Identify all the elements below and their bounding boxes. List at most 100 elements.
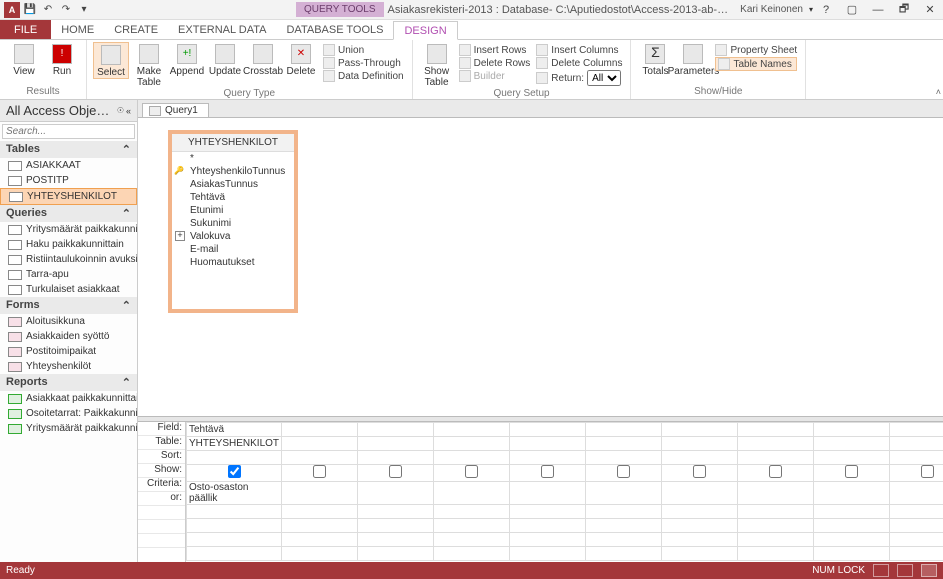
nav-section-forms[interactable]: Forms⌃ <box>0 297 137 314</box>
collapse-icon[interactable]: ⌃ <box>122 143 131 156</box>
tab-home[interactable]: HOME <box>51 20 104 39</box>
nav-search-input[interactable] <box>2 124 135 139</box>
nav-form-item[interactable]: Aloitusikkuna <box>0 314 137 329</box>
view-button[interactable]: View <box>6 42 42 77</box>
grid-row-criteria: Osto-osaston päällik <box>187 482 943 505</box>
nav-form-item[interactable]: Postitoimipaikat <box>0 344 137 359</box>
show-checkbox[interactable] <box>617 465 630 478</box>
show-checkbox[interactable] <box>921 465 934 478</box>
builder-button[interactable]: Builder <box>459 70 531 82</box>
show-table-button[interactable]: Show Table <box>419 42 455 88</box>
grid-columns[interactable]: Tehtävä YHTEYSHENKILOT <box>186 422 943 561</box>
make-table-button[interactable]: Make Table <box>131 42 167 88</box>
table-box-yhteyshenkilot[interactable]: YHTEYSHENKILOT * YhteyshenkiloTunnus Asi… <box>168 130 298 313</box>
data-definition-button[interactable]: Data Definition <box>323 70 404 82</box>
append-button[interactable]: +!Append <box>169 42 205 77</box>
show-checkbox[interactable] <box>541 465 554 478</box>
view-datasheet-icon[interactable] <box>873 564 889 577</box>
nav-query-item[interactable]: Turkulaiset asiakkaat <box>0 282 137 297</box>
horizontal-splitter[interactable] <box>138 416 943 422</box>
grid-cell-table[interactable]: YHTEYSHENKILOT <box>187 437 282 451</box>
tablebox-field[interactable]: Etunimi <box>172 204 294 217</box>
nav-collapse-icon[interactable]: « <box>126 106 131 116</box>
insert-rows-button[interactable]: Insert Rows <box>459 44 531 56</box>
grid-row-show <box>187 465 943 482</box>
tab-file[interactable]: FILE <box>0 20 51 39</box>
grid-cell-criteria[interactable]: Osto-osaston päällik <box>187 482 282 505</box>
grid-cell-field[interactable]: Tehtävä <box>187 423 282 437</box>
insert-cols-icon <box>536 44 548 56</box>
nav-section-queries[interactable]: Queries⌃ <box>0 205 137 222</box>
collapse-ribbon-icon[interactable]: ˄ <box>936 87 941 97</box>
show-checkbox[interactable] <box>228 465 241 478</box>
show-checkbox[interactable] <box>693 465 706 478</box>
tablebox-field-star[interactable]: * <box>172 152 294 165</box>
passthrough-button[interactable]: Pass-Through <box>323 57 404 69</box>
save-icon[interactable]: 💾 <box>22 2 38 18</box>
show-checkbox[interactable] <box>465 465 478 478</box>
return-select[interactable]: All <box>587 70 621 86</box>
nav-section-tables[interactable]: Tables⌃ <box>0 141 137 158</box>
tab-database-tools[interactable]: DATABASE TOOLS <box>276 20 393 39</box>
nav-query-item[interactable]: Ristiintaulukoinnin avuksi <box>0 252 137 267</box>
nav-query-item[interactable]: Tarra-apu <box>0 267 137 282</box>
delete-rows-button[interactable]: Delete Rows <box>459 57 531 69</box>
show-checkbox[interactable] <box>389 465 402 478</box>
nav-table-item[interactable]: POSTITP <box>0 173 137 188</box>
query-design-surface[interactable]: YHTEYSHENKILOT * YhteyshenkiloTunnus Asi… <box>138 118 943 416</box>
grid-row-field: Tehtävä <box>187 423 943 437</box>
close-icon[interactable]: ✕ <box>917 0 943 20</box>
nav-query-item[interactable]: Yritysmäärät paikkakunnittain <box>0 222 137 237</box>
update-button[interactable]: Update <box>207 42 243 77</box>
nav-section-reports[interactable]: Reports⌃ <box>0 374 137 391</box>
table-names-button[interactable]: Table Names <box>715 57 797 71</box>
select-query-button[interactable]: Select <box>93 42 129 79</box>
access-app-icon: A <box>4 2 20 18</box>
union-button[interactable]: Union <box>323 44 404 56</box>
show-checkbox[interactable] <box>769 465 782 478</box>
tablebox-field[interactable]: Valokuva <box>172 230 294 243</box>
undo-icon[interactable]: ↶ <box>40 2 56 18</box>
nav-report-item[interactable]: Yritysmäärät paikkakunnittain <box>0 421 137 436</box>
help-icon[interactable]: ? <box>813 0 839 20</box>
tab-create[interactable]: CREATE <box>104 20 168 39</box>
collapse-icon[interactable]: ⌃ <box>122 299 131 312</box>
tablebox-field[interactable]: E-mail <box>172 243 294 256</box>
insert-columns-button[interactable]: Insert Columns <box>536 44 622 56</box>
nav-query-item[interactable]: Haku paikkakunnittain <box>0 237 137 252</box>
nav-header[interactable]: All Access Obje…☉« <box>0 100 137 122</box>
delete-columns-button[interactable]: Delete Columns <box>536 57 622 69</box>
tablebox-field[interactable]: YhteyshenkiloTunnus <box>172 165 294 178</box>
property-sheet-button[interactable]: Property Sheet <box>715 44 797 56</box>
collapse-icon[interactable]: ⌃ <box>122 376 131 389</box>
nav-form-item[interactable]: Yhteyshenkilöt <box>0 359 137 374</box>
nav-table-item[interactable]: ASIAKKAAT <box>0 158 137 173</box>
minimize-icon[interactable]: — <box>865 0 891 20</box>
parameters-button[interactable]: Parameters <box>675 42 711 77</box>
tablebox-field[interactable]: Sukunimi <box>172 217 294 230</box>
restore-icon[interactable]: 🗗 <box>891 0 917 20</box>
tablebox-field[interactable]: AsiakasTunnus <box>172 178 294 191</box>
qat-customize-icon[interactable]: ▾ <box>76 2 92 18</box>
run-button[interactable]: !Run <box>44 42 80 77</box>
tab-external-data[interactable]: EXTERNAL DATA <box>168 20 276 39</box>
tablebox-field[interactable]: Tehtävä <box>172 191 294 204</box>
nav-report-item[interactable]: Osoitetarrat: Paikkakunnittain <box>0 406 137 421</box>
tablebox-field[interactable]: Huomautukset <box>172 256 294 269</box>
nav-report-item[interactable]: Asiakkaat paikkakunnittain <box>0 391 137 406</box>
collapse-icon[interactable]: ⌃ <box>122 207 131 220</box>
nav-form-item[interactable]: Asiakkaiden syöttö <box>0 329 137 344</box>
show-checkbox[interactable] <box>313 465 326 478</box>
view-sql-icon[interactable] <box>897 564 913 577</box>
delete-query-button[interactable]: ✕Delete <box>283 42 319 77</box>
view-design-icon[interactable] <box>921 564 937 577</box>
user-name[interactable]: Kari Keinonen <box>734 4 809 15</box>
redo-icon[interactable]: ↷ <box>58 2 74 18</box>
nav-filter-icon[interactable]: ☉ <box>117 106 124 116</box>
nav-table-item[interactable]: YHTEYSHENKILOT <box>0 188 137 205</box>
ribbon-collapse-icon[interactable]: ▢ <box>839 0 865 20</box>
crosstab-button[interactable]: Crosstab <box>245 42 281 77</box>
show-checkbox[interactable] <box>845 465 858 478</box>
tab-design[interactable]: DESIGN <box>393 21 457 40</box>
doc-tab-query1[interactable]: Query1 <box>142 103 209 117</box>
